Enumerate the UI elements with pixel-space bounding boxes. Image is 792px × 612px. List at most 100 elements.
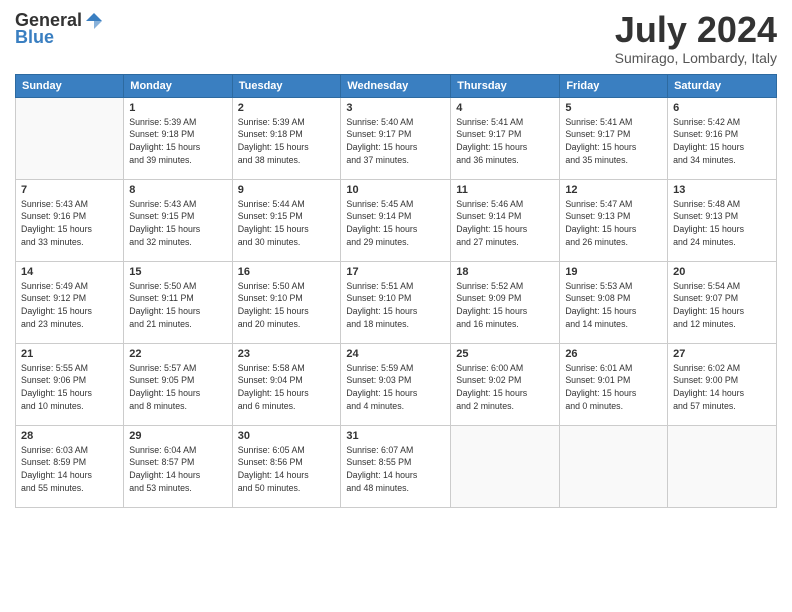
cell-info: Sunrise: 5:46 AM Sunset: 9:14 PM Dayligh… (456, 198, 554, 249)
day-number: 24 (346, 348, 445, 360)
month-title: July 2024 (615, 10, 777, 50)
day-number: 29 (129, 430, 226, 442)
calendar-cell: 6Sunrise: 5:42 AM Sunset: 9:16 PM Daylig… (668, 97, 777, 179)
calendar-table: SundayMondayTuesdayWednesdayThursdayFrid… (15, 74, 777, 508)
day-number: 4 (456, 102, 554, 114)
cell-info: Sunrise: 5:48 AM Sunset: 9:13 PM Dayligh… (673, 198, 771, 249)
header-row: SundayMondayTuesdayWednesdayThursdayFrid… (16, 74, 777, 97)
cell-info: Sunrise: 5:58 AM Sunset: 9:04 PM Dayligh… (238, 362, 336, 413)
calendar-cell: 26 Sunrise: 6:01 AM Sunset: 9:01 PM Dayli… (560, 343, 668, 425)
calendar-cell: 3 Sunrise: 5:40 AM Sunset: 9:17 PM Daylig… (341, 97, 451, 179)
week-row-1: 1 Sunrise: 5:39 AM Sunset: 9:18 PM Daylig… (16, 97, 777, 179)
calendar-cell (451, 425, 560, 507)
calendar-cell: 5 Sunrise: 5:41 AM Sunset: 9:17 PM Daylig… (560, 97, 668, 179)
col-header-thursday: Thursday (451, 74, 560, 97)
day-number: 3 (346, 102, 445, 114)
day-number: 23 (238, 348, 336, 360)
day-number: 27 (673, 348, 771, 360)
cell-info: Sunrise: 5:40 AM Sunset: 9:17 PM Dayligh… (346, 116, 445, 167)
day-number: 19 (565, 266, 662, 278)
cell-info: Sunrise: 5:57 AM Sunset: 9:05 PM Dayligh… (129, 362, 226, 413)
day-number: 5 (565, 102, 662, 114)
col-header-wednesday: Wednesday (341, 74, 451, 97)
calendar-cell: 2 Sunrise: 5:39 AM Sunset: 9:18 PM Daylig… (232, 97, 341, 179)
day-number: 15 (129, 266, 226, 278)
col-header-sunday: Sunday (16, 74, 124, 97)
calendar-cell: 8Sunrise: 5:43 AM Sunset: 9:15 PM Daylig… (124, 179, 232, 261)
day-number: 25 (456, 348, 554, 360)
day-number: 7 (21, 184, 118, 196)
calendar-cell: 10 Sunrise: 5:45 AM Sunset: 9:14 PM Dayli… (341, 179, 451, 261)
cell-info: Sunrise: 5:50 AM Sunset: 9:11 PM Dayligh… (129, 280, 226, 331)
cell-info: Sunrise: 5:39 AM Sunset: 9:18 PM Dayligh… (129, 116, 226, 167)
calendar-cell: 15 Sunrise: 5:50 AM Sunset: 9:11 PM Dayli… (124, 261, 232, 343)
calendar-cell (16, 97, 124, 179)
calendar-cell: 18 Sunrise: 5:52 AM Sunset: 9:09 PM Dayli… (451, 261, 560, 343)
cell-info: Sunrise: 6:04 AM Sunset: 8:57 PM Dayligh… (129, 444, 226, 495)
calendar-cell: 29 Sunrise: 6:04 AM Sunset: 8:57 PM Dayli… (124, 425, 232, 507)
day-number: 17 (346, 266, 445, 278)
cell-info: Sunrise: 5:44 AM Sunset: 9:15 PM Dayligh… (238, 198, 336, 249)
header: General Blue July 2024 Sumirago, Lombard… (15, 10, 777, 66)
cell-info: Sunrise: 5:47 AM Sunset: 9:13 PM Dayligh… (565, 198, 662, 249)
cell-info: Sunrise: 6:05 AM Sunset: 8:56 PM Dayligh… (238, 444, 336, 495)
calendar-cell: 14Sunrise: 5:49 AM Sunset: 9:12 PM Dayli… (16, 261, 124, 343)
day-number: 16 (238, 266, 336, 278)
title-block: July 2024 Sumirago, Lombardy, Italy (615, 10, 777, 66)
cell-info: Sunrise: 5:43 AM Sunset: 9:16 PM Dayligh… (21, 198, 118, 249)
cell-info: Sunrise: 6:00 AM Sunset: 9:02 PM Dayligh… (456, 362, 554, 413)
location: Sumirago, Lombardy, Italy (615, 50, 777, 66)
day-number: 2 (238, 102, 336, 114)
cell-info: Sunrise: 5:54 AM Sunset: 9:07 PM Dayligh… (673, 280, 771, 331)
cell-info: Sunrise: 5:59 AM Sunset: 9:03 PM Dayligh… (346, 362, 445, 413)
logo-icon (84, 11, 104, 31)
cell-info: Sunrise: 5:51 AM Sunset: 9:10 PM Dayligh… (346, 280, 445, 331)
day-number: 6 (673, 102, 771, 114)
day-number: 1 (129, 102, 226, 114)
calendar-cell: 27 Sunrise: 6:02 AM Sunset: 9:00 PM Dayli… (668, 343, 777, 425)
calendar-cell: 28 Sunrise: 6:03 AM Sunset: 8:59 PM Dayli… (16, 425, 124, 507)
day-number: 21 (21, 348, 118, 360)
col-header-saturday: Saturday (668, 74, 777, 97)
day-number: 31 (346, 430, 445, 442)
week-row-4: 21Sunrise: 5:55 AM Sunset: 9:06 PM Dayli… (16, 343, 777, 425)
calendar-cell: 1 Sunrise: 5:39 AM Sunset: 9:18 PM Daylig… (124, 97, 232, 179)
week-row-5: 28 Sunrise: 6:03 AM Sunset: 8:59 PM Dayli… (16, 425, 777, 507)
calendar-cell: 31Sunrise: 6:07 AM Sunset: 8:55 PM Dayli… (341, 425, 451, 507)
calendar-page: General Blue July 2024 Sumirago, Lombard… (0, 0, 792, 518)
day-number: 10 (346, 184, 445, 196)
day-number: 26 (565, 348, 662, 360)
day-number: 9 (238, 184, 336, 196)
calendar-cell: 13 Sunrise: 5:48 AM Sunset: 9:13 PM Dayli… (668, 179, 777, 261)
calendar-cell: 7 Sunrise: 5:43 AM Sunset: 9:16 PM Daylig… (16, 179, 124, 261)
week-row-3: 14Sunrise: 5:49 AM Sunset: 9:12 PM Dayli… (16, 261, 777, 343)
calendar-cell: 25 Sunrise: 6:00 AM Sunset: 9:02 PM Dayli… (451, 343, 560, 425)
cell-info: Sunrise: 5:50 AM Sunset: 9:10 PM Dayligh… (238, 280, 336, 331)
day-number: 18 (456, 266, 554, 278)
day-number: 8 (129, 184, 226, 196)
logo-blue-text: Blue (15, 27, 54, 48)
cell-info: Sunrise: 5:52 AM Sunset: 9:09 PM Dayligh… (456, 280, 554, 331)
day-number: 22 (129, 348, 226, 360)
day-number: 28 (21, 430, 118, 442)
calendar-cell: 23 Sunrise: 5:58 AM Sunset: 9:04 PM Dayli… (232, 343, 341, 425)
calendar-cell: 11 Sunrise: 5:46 AM Sunset: 9:14 PM Dayli… (451, 179, 560, 261)
calendar-cell: 19 Sunrise: 5:53 AM Sunset: 9:08 PM Dayli… (560, 261, 668, 343)
cell-info: Sunrise: 6:03 AM Sunset: 8:59 PM Dayligh… (21, 444, 118, 495)
cell-info: Sunrise: 6:02 AM Sunset: 9:00 PM Dayligh… (673, 362, 771, 413)
cell-info: Sunrise: 6:01 AM Sunset: 9:01 PM Dayligh… (565, 362, 662, 413)
col-header-tuesday: Tuesday (232, 74, 341, 97)
cell-info: Sunrise: 5:53 AM Sunset: 9:08 PM Dayligh… (565, 280, 662, 331)
calendar-cell: 30 Sunrise: 6:05 AM Sunset: 8:56 PM Dayli… (232, 425, 341, 507)
day-number: 30 (238, 430, 336, 442)
cell-info: Sunrise: 5:45 AM Sunset: 9:14 PM Dayligh… (346, 198, 445, 249)
calendar-cell (560, 425, 668, 507)
day-number: 13 (673, 184, 771, 196)
cell-info: Sunrise: 5:39 AM Sunset: 9:18 PM Dayligh… (238, 116, 336, 167)
calendar-cell: 4Sunrise: 5:41 AM Sunset: 9:17 PM Daylig… (451, 97, 560, 179)
calendar-cell: 21Sunrise: 5:55 AM Sunset: 9:06 PM Dayli… (16, 343, 124, 425)
calendar-cell: 20 Sunrise: 5:54 AM Sunset: 9:07 PM Dayli… (668, 261, 777, 343)
day-number: 11 (456, 184, 554, 196)
cell-info: Sunrise: 5:41 AM Sunset: 9:17 PM Dayligh… (565, 116, 662, 167)
day-number: 20 (673, 266, 771, 278)
